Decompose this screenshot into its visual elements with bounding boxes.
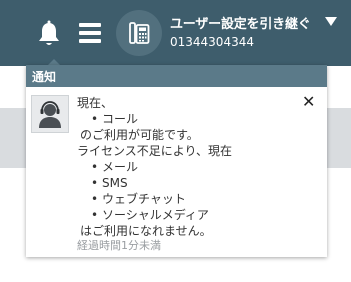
message-line: 現在、 [77, 96, 114, 110]
notification-title: 通知 [32, 70, 57, 84]
page: ユーザー設定を引き継ぐ 01344304344 通知 ✕ 現在、 • コール の… [0, 0, 351, 282]
agent-headset-icon [39, 101, 61, 128]
available-channel: コール [77, 111, 297, 127]
user-name[interactable]: ユーザー設定を引き継ぐ [170, 13, 311, 32]
elapsed-time: 経過時間1分未満 [77, 239, 161, 252]
unavailable-channel: メール [77, 159, 297, 175]
close-notification-button[interactable]: ✕ [302, 94, 315, 110]
unavailable-channel: ソーシャルメディア [77, 207, 297, 223]
notification-popup: 通知 ✕ 現在、 コール のご利用が可能です。 ライセンス不足により、現在 メー… [26, 65, 327, 257]
unavailable-channel: ウェブチャット [77, 191, 297, 207]
avatar [31, 95, 69, 133]
message-line: はご利用になれません。 [80, 224, 212, 238]
notification-popup-header: 通知 [26, 65, 327, 87]
caret-down-icon[interactable] [325, 17, 337, 26]
top-header-bar: ユーザー設定を引き継ぐ 01344304344 [0, 0, 351, 66]
hamburger-menu-icon[interactable] [78, 21, 102, 45]
notification-item: ✕ 現在、 コール のご利用が可能です。 ライセンス不足により、現在 メール S… [26, 87, 327, 257]
bell-icon[interactable] [36, 20, 62, 48]
phone-status-button[interactable] [116, 10, 162, 56]
message-line: ライセンス不足により、現在 [77, 144, 233, 158]
unavailable-channel: SMS [77, 175, 297, 191]
notification-message: 現在、 コール のご利用が可能です。 ライセンス不足により、現在 メール SMS… [77, 95, 297, 253]
user-phone-number: 01344304344 [170, 35, 254, 49]
message-line: のご利用が可能です。 [80, 128, 199, 142]
desk-phone-icon [129, 22, 150, 44]
